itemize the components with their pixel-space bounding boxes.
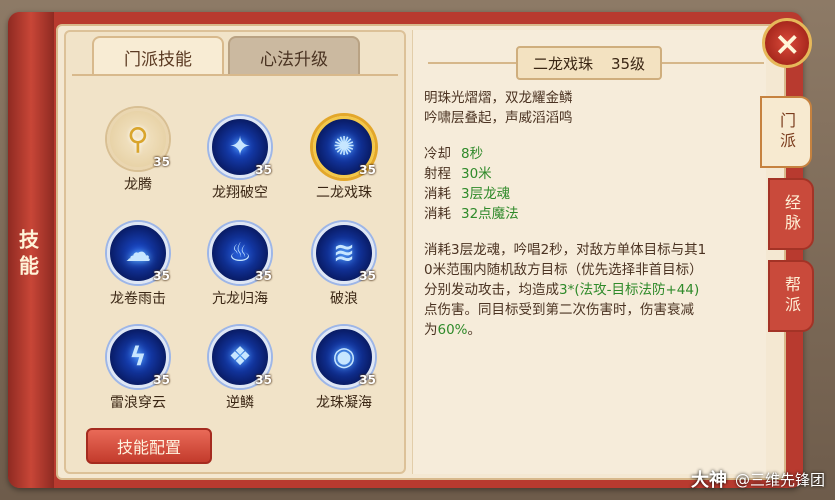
stat-value: 8秒 bbox=[461, 146, 484, 162]
skill-detail-name: 二龙戏珠 bbox=[532, 54, 593, 73]
golden-mace-icon: ⚲ bbox=[127, 121, 149, 157]
stat-row: 射程 30米 bbox=[424, 164, 764, 184]
stat-value: 30米 bbox=[461, 166, 492, 182]
skill-level: 35 bbox=[153, 155, 170, 169]
skill-level: 35 bbox=[359, 163, 376, 177]
stat-value: 32点魔法 bbox=[461, 206, 519, 222]
stat-row: 消耗 32点魔法 bbox=[424, 204, 764, 224]
skill-item[interactable]: ◉ 35 龙珠凝海 bbox=[304, 326, 384, 422]
blue-flame-icon: ♨ bbox=[228, 238, 252, 268]
flavor-line: 吟啸层叠起，声威滔滔鸣 bbox=[424, 110, 573, 126]
desc-line: 0米范围内随机敌方目标（优先选择非首目标） bbox=[424, 262, 703, 278]
skill-name: 龙腾 bbox=[124, 177, 152, 193]
skill-name: 逆鳞 bbox=[226, 395, 254, 411]
skill-level: 35 bbox=[359, 373, 376, 387]
skill-level: 35 bbox=[255, 373, 272, 387]
skill-name: 破浪 bbox=[330, 291, 358, 307]
side-tab-meridian[interactable]: 经脉 bbox=[768, 178, 814, 250]
desc-text: 。 bbox=[467, 322, 482, 338]
storm-icon: ☁ bbox=[125, 238, 151, 268]
skill-icon-ring: ◉ 35 bbox=[313, 326, 376, 388]
stat-label: 消耗 bbox=[424, 186, 451, 202]
desc-text: 为 bbox=[424, 322, 438, 338]
stat-row: 消耗 3层龙魂 bbox=[424, 184, 764, 204]
skill-name: 亢龙归海 bbox=[212, 291, 268, 307]
skill-detail-level: 35级 bbox=[610, 54, 646, 73]
skill-level: 35 bbox=[255, 163, 272, 177]
blue-dragon-icon: ✦ bbox=[229, 132, 251, 162]
watermark-logo: 大神 bbox=[690, 470, 727, 491]
skill-level: 35 bbox=[359, 269, 376, 283]
tab-sect-skills[interactable]: 门派技能 bbox=[92, 36, 224, 76]
skill-item[interactable]: ❖ 35 逆鳞 bbox=[200, 326, 280, 422]
skill-name: 龙珠凝海 bbox=[316, 395, 372, 411]
skill-level: 35 bbox=[153, 373, 170, 387]
skill-item[interactable]: ⚲ 35 龙腾 bbox=[98, 108, 178, 204]
skill-name: 龙卷雨击 bbox=[110, 291, 166, 307]
tabs-divider bbox=[72, 74, 398, 76]
stat-label: 射程 bbox=[424, 166, 451, 182]
skill-item[interactable]: ✦ 35 龙翔破空 bbox=[200, 116, 280, 212]
desc-line: 消耗3层龙魂，吟唱2秒，对敌方单体目标与其1 bbox=[424, 242, 707, 258]
stat-value: 3层龙魂 bbox=[461, 186, 511, 202]
side-tab-guild[interactable]: 帮派 bbox=[768, 260, 814, 332]
close-icon: × bbox=[773, 24, 801, 62]
skill-item[interactable]: ϟ 35 雷浪穿云 bbox=[98, 326, 178, 422]
desc-line: 点伤害。同目标受到第二次伤害时，伤害衰减 bbox=[424, 302, 694, 318]
skill-item[interactable]: ♨ 35 亢龙归海 bbox=[200, 222, 280, 318]
skill-name: 二龙戏珠 bbox=[316, 185, 372, 201]
skill-icon-ring: ✺ 35 bbox=[313, 116, 376, 178]
skill-icon-ring: ⚲ 35 bbox=[107, 108, 170, 170]
watermark-text: @三维先锋团 bbox=[734, 470, 825, 489]
flavor-text: 明珠光熠熠，双龙耀金鳞 吟啸层叠起，声威滔滔鸣 bbox=[424, 88, 764, 128]
skill-icon-ring: ☁ 35 bbox=[107, 222, 170, 284]
skill-item-selected[interactable]: ✺ 35 二龙戏珠 bbox=[304, 116, 384, 212]
watermark: 大神 @三维先锋团 bbox=[691, 466, 825, 492]
skill-level: 35 bbox=[255, 269, 272, 283]
skill-detail-title: 二龙戏珠 35级 bbox=[516, 46, 662, 80]
skill-config-button[interactable]: 技能配置 bbox=[86, 428, 212, 464]
stat-label: 冷却 bbox=[424, 146, 451, 162]
damage-formula: 3*(法攻-目标法防+44) bbox=[559, 282, 700, 298]
skill-icon-ring: ≋ 35 bbox=[313, 222, 376, 284]
rail-label: 技能 bbox=[15, 229, 40, 281]
desc-line: 分别发动攻击，均造成3*(法攻-目标法防+44) bbox=[424, 280, 764, 300]
skill-item[interactable]: ☁ 35 龙卷雨击 bbox=[98, 222, 178, 318]
desc-line: 为60%。 bbox=[424, 320, 764, 340]
skill-icon-ring: ϟ 35 bbox=[107, 326, 170, 388]
stats-block: 冷却 8秒 射程 30米 消耗 3层龙魂 消耗 32点魔法 bbox=[424, 144, 764, 224]
flavor-line: 明珠光熠熠，双龙耀金鳞 bbox=[424, 90, 573, 106]
skill-detail-body: 明珠光熠熠，双龙耀金鳞 吟啸层叠起，声威滔滔鸣 冷却 8秒 射程 30米 消耗 … bbox=[424, 88, 764, 356]
skill-level: 35 bbox=[153, 269, 170, 283]
skill-description: 消耗3层龙魂，吟唱2秒，对敌方单体目标与其1 0米范围内随机敌方目标（优先选择非… bbox=[424, 240, 764, 340]
decay-value: 60% bbox=[437, 322, 468, 338]
side-tab-sect[interactable]: 门派 bbox=[760, 96, 812, 168]
skill-item[interactable]: ≋ 35 破浪 bbox=[304, 222, 384, 318]
skill-icon-ring: ♨ 35 bbox=[209, 222, 272, 284]
orb-icon: ◉ bbox=[332, 342, 356, 372]
skill-icon-ring: ✦ 35 bbox=[209, 116, 272, 178]
lightning-icon: ϟ bbox=[129, 342, 147, 372]
desc-text: 分别发动攻击，均造成 bbox=[424, 282, 559, 298]
stat-row: 冷却 8秒 bbox=[424, 144, 764, 164]
skill-name: 雷浪穿云 bbox=[110, 395, 166, 411]
skill-name: 龙翔破空 bbox=[212, 185, 268, 201]
tab-mind-upgrade[interactable]: 心法升级 bbox=[228, 36, 360, 76]
scales-icon: ❖ bbox=[228, 342, 252, 372]
skill-icon-ring: ❖ 35 bbox=[209, 326, 272, 388]
stat-label: 消耗 bbox=[424, 206, 451, 222]
wave-icon: ≋ bbox=[333, 238, 355, 268]
dragon-pearl-icon: ✺ bbox=[333, 132, 355, 162]
